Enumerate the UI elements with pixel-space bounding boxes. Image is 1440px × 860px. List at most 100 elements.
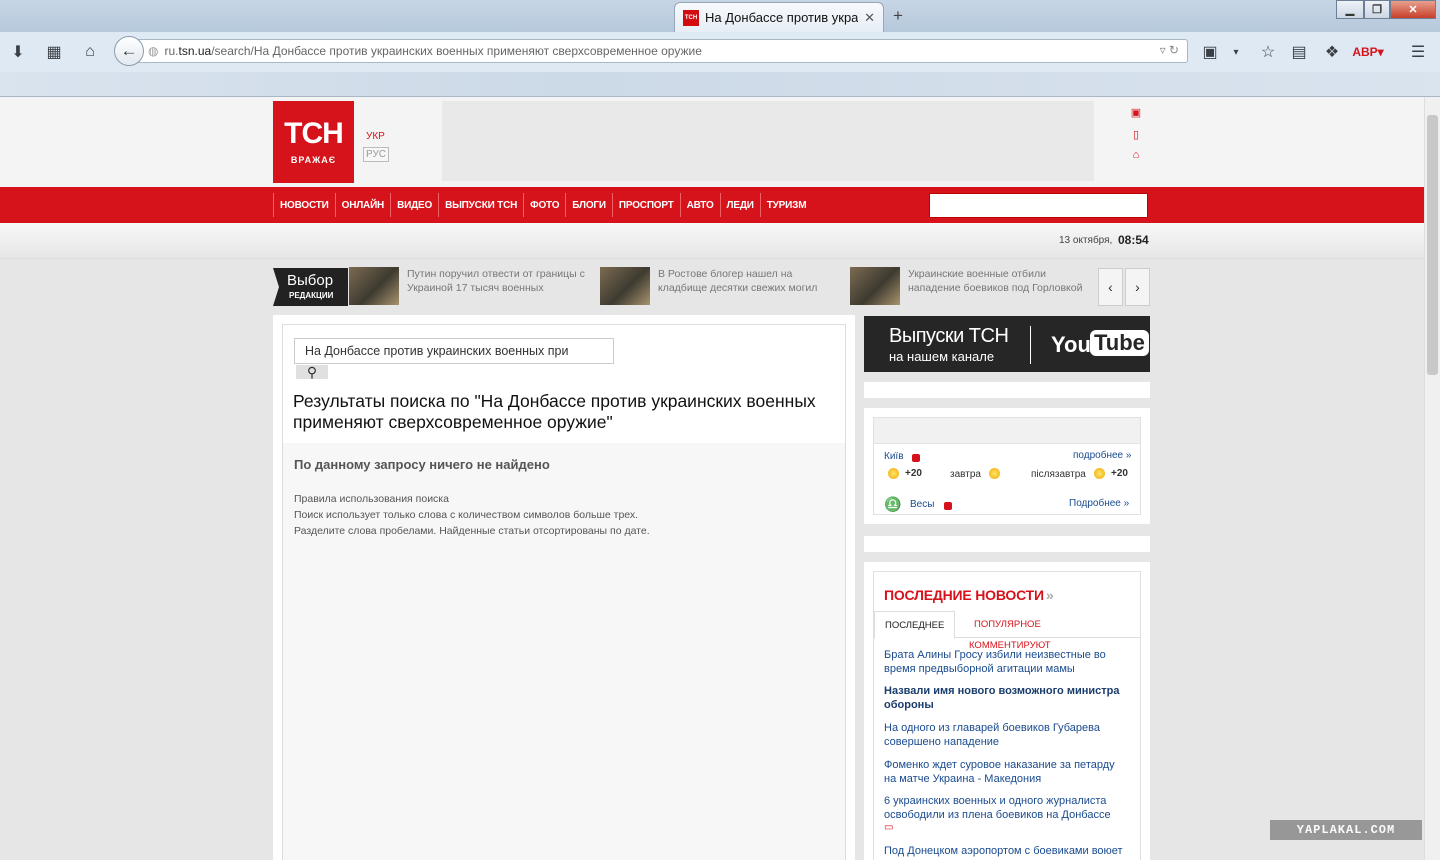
browser-tab[interactable]: ТСН На Донбассе против укра... ✕ — [674, 2, 884, 32]
sun-icon — [989, 468, 1000, 479]
sidebar-spacer — [864, 382, 1150, 398]
watermark: YAPLAKAL.COM — [1270, 820, 1422, 840]
weather-more-link[interactable]: подробнее » — [1073, 450, 1131, 461]
url-bar[interactable]: ◍ ru. tsn.ua/search/На Донбассе против ук… — [138, 39, 1188, 63]
scrollbar-thumb[interactable] — [1427, 115, 1438, 375]
video-icon: ▭ — [884, 822, 894, 833]
youtube-banner-subtitle: на нашем канале — [889, 349, 995, 364]
tsn-logo[interactable]: ТСН ВРАЖАЄ — [273, 101, 354, 183]
horoscope-more-link[interactable]: Подробнее » — [1069, 498, 1129, 509]
editor-pick-item[interactable]: Путин поручил отвести от границы с Украи… — [349, 267, 589, 305]
city-dropdown-icon[interactable] — [912, 454, 920, 462]
close-window-button[interactable]: ✕ — [1390, 0, 1436, 19]
navigation-toolbar: ⬇ ▦ ⌂ ◍ ru. tsn.ua/search/На Донбассе про… — [0, 34, 1440, 70]
lang-rus-link[interactable]: РУС — [363, 147, 390, 162]
site-info-icon[interactable]: ◍ — [148, 44, 158, 58]
close-tab-icon[interactable]: ✕ — [864, 10, 875, 26]
lang-ukr-link[interactable]: УКР — [366, 131, 385, 142]
extension-icon[interactable]: ▣ — [1198, 40, 1222, 64]
news-item[interactable]: Брата Алины Гросу избили неизвестные во … — [884, 649, 1124, 676]
teaser-thumbnail — [349, 267, 399, 305]
sun-icon — [1094, 468, 1105, 479]
tab-latest[interactable]: ПОСЛЕДНЕЕ — [874, 611, 956, 639]
dropdown-icon[interactable]: ▾ — [1224, 40, 1248, 64]
after-tomorrow-label: післязавтра — [1031, 469, 1086, 480]
main-navigation-bar: НОВОСТИ ОНЛАЙН ВИДЕО ВЫПУСКИ ТСН ФОТО БЛ… — [0, 187, 1424, 223]
news-item[interactable]: Под Донецком аэропортом с боевиками воюе… — [884, 845, 1124, 860]
rules-line: Разделите слова пробелами. Найденные ста… — [294, 525, 650, 537]
ad-banner — [442, 101, 1094, 181]
nav-video[interactable]: ВИДЕО — [390, 193, 438, 217]
apps-grid-icon[interactable]: ▦ — [42, 40, 66, 64]
today-temp: +20 — [905, 468, 922, 479]
home-icon[interactable]: ⌂ — [78, 40, 102, 64]
tab-popular[interactable]: ПОПУЛЯРНОЕ — [964, 611, 1051, 639]
results-heading: Результаты поиска по "На Донбассе против… — [293, 391, 816, 432]
no-results-message: По данному запросу ничего не найдено — [294, 457, 550, 472]
news-item[interactable]: На одного из главарей боевиков Губарева … — [884, 722, 1124, 749]
nav-tsn-episodes[interactable]: ВЫПУСКИ ТСН — [438, 193, 523, 217]
search-query-input[interactable]: На Донбассе против украинских военных пр… — [294, 338, 614, 364]
youtube-logo-you: You — [1051, 332, 1091, 357]
adblock-icon[interactable]: ABP▾ — [1352, 40, 1383, 64]
latest-news-title-text: ПОСЛЕДНИЕ НОВОСТИ — [884, 587, 1044, 603]
libra-icon: ♎ — [884, 496, 902, 512]
nav-auto[interactable]: АВТО — [679, 193, 720, 217]
page-scrollbar[interactable] — [1424, 97, 1440, 860]
teaser-text: Украинские военные отбили нападение боев… — [908, 268, 1083, 294]
search-rules: Правила использования поиска Поиск испол… — [294, 491, 650, 539]
rules-line: Поиск использует только слова с количест… — [294, 509, 639, 521]
slider-prev-button[interactable]: ‹ — [1098, 268, 1123, 306]
youtube-banner[interactable]: Выпуски ТСН на нашем канале You Tube — [864, 316, 1150, 372]
weather-widget: Київ подробнее » +20 завтра післязавтра … — [864, 408, 1150, 524]
minimize-button[interactable]: ▁ — [1336, 0, 1364, 19]
search-panel: На Донбассе против украинских военных пр… — [283, 325, 845, 443]
teaser-text: В Ростове блогер нашел на кладбище десят… — [658, 268, 818, 294]
teaser-thumbnail — [600, 267, 650, 305]
news-item[interactable]: Назвали имя нового возможного министра о… — [884, 685, 1124, 712]
tsn-favicon-icon: ТСН — [683, 9, 699, 26]
download-icon[interactable]: ⬇ — [6, 40, 30, 64]
sun-icon — [888, 468, 899, 479]
logo-text: ТСН — [284, 117, 344, 150]
nav-online[interactable]: ОНЛАЙН — [334, 193, 390, 217]
sign-dropdown-icon[interactable] — [944, 502, 952, 510]
back-button[interactable]: ← — [114, 36, 144, 66]
nav-tourism[interactable]: ТУРИЗМ — [759, 193, 813, 217]
browser-chrome: ТСН На Донбассе против укра... ✕ + ▁ ❐ ✕… — [0, 0, 1440, 97]
sidebar-spacer — [864, 536, 1150, 552]
rss-icon[interactable]: ▣ — [1130, 107, 1142, 119]
site-search-input[interactable] — [929, 193, 1148, 218]
horoscope-sign[interactable]: Весы — [910, 499, 934, 510]
latest-news-widget: ПОСЛЕДНИЕ НОВОСТИ» ПОСЛЕДНЕЕ ПОПУЛЯРНОЕ … — [864, 562, 1150, 860]
news-item[interactable]: 6 украинских военных и одного журналиста… — [884, 795, 1124, 822]
news-item[interactable]: Фоменко ждет суровое наказание за петард… — [884, 759, 1124, 786]
search-icon[interactable]: ⚲ — [296, 365, 328, 379]
tomorrow-label: завтра — [950, 469, 981, 480]
reload-icon[interactable]: ▿ ↻ — [1160, 43, 1179, 57]
mobile-icon[interactable]: ▯ — [1130, 129, 1142, 141]
menu-icon[interactable]: ☰ — [1406, 40, 1430, 64]
nav-news[interactable]: НОВОСТИ — [273, 193, 335, 217]
addon-icon[interactable]: ❖ — [1320, 40, 1344, 64]
site-header: ТСН ВРАЖАЄ УКР РУС ▣ ▯ ⌂ — [0, 97, 1424, 187]
latest-news-title[interactable]: ПОСЛЕДНИЕ НОВОСТИ» — [884, 587, 1054, 603]
editor-pick-item[interactable]: В Ростове блогер нашел на кладбище десят… — [600, 267, 840, 305]
youtube-banner-title: Выпуски ТСН — [889, 325, 1009, 347]
bookmark-star-icon[interactable]: ☆ — [1256, 40, 1280, 64]
teaser-thumbnail — [850, 267, 900, 305]
editor-pick-item[interactable]: Украинские военные отбили нападение боев… — [850, 267, 1090, 305]
search-results-column: На Донбассе против украинских военных пр… — [273, 315, 855, 860]
nav-ladies[interactable]: ЛЕДИ — [719, 193, 760, 217]
nav-blogs[interactable]: БЛОГИ — [565, 193, 612, 217]
current-time: 08:54 — [1118, 233, 1149, 247]
nav-prosport[interactable]: ПРОСПОРТ — [611, 193, 680, 217]
reading-list-icon[interactable]: ▤ — [1287, 40, 1311, 64]
maximize-button[interactable]: ❐ — [1364, 0, 1390, 19]
new-tab-icon[interactable]: + — [893, 6, 903, 26]
weather-city[interactable]: Київ — [884, 451, 904, 462]
slider-next-button[interactable]: › — [1125, 268, 1150, 306]
weather-header — [874, 418, 1140, 444]
nav-photo[interactable]: ФОТО — [523, 193, 565, 217]
home-icon[interactable]: ⌂ — [1130, 149, 1142, 161]
